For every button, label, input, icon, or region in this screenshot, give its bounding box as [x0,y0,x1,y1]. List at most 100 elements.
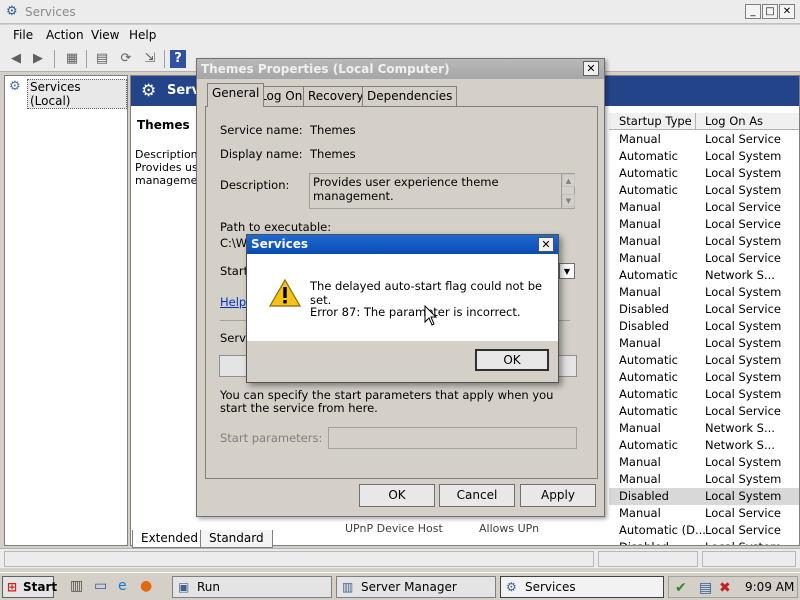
volume-muted-tray-icon[interactable]: ✖ [719,580,731,596]
log-on-as-cell: Local Service [705,200,781,214]
service-row[interactable]: Manual Local System [609,284,799,301]
ok-button[interactable]: OK [475,349,549,371]
service-row[interactable]: Automatic Local System [609,182,799,199]
title-bar[interactable]: ⚙ Services _ □ ✕ [0,0,800,24]
scroll-up-icon[interactable]: ▲ [562,174,575,187]
ok-button[interactable]: OK [359,484,435,507]
service-row[interactable]: Automatic Local Service [609,403,799,420]
export-list-icon[interactable]: ⇲ [140,50,160,68]
log-on-as-cell: Local System [705,183,782,197]
startup-type-cell: Manual [619,217,661,231]
service-row[interactable]: Manual Local System [609,233,799,250]
startup-type-cell: Manual [619,234,661,248]
start-label: Start [23,580,58,594]
menu-file[interactable]: File [13,28,33,42]
network-tray-icon[interactable]: ▤ [699,580,712,596]
log-on-as-cell: Local System [705,166,782,180]
service-name-label: Service name: [220,123,303,137]
tab-standard[interactable]: Standard [200,530,273,548]
tab-dependencies[interactable]: Dependencies [362,86,458,106]
error-message-text: The delayed auto-start flag could not be… [310,279,543,307]
menu-action[interactable]: Action [46,28,84,42]
service-row[interactable]: Automatic Network S... [609,267,799,284]
menu-view[interactable]: View [91,28,119,42]
windows-logo-icon: ⊞ [7,580,18,594]
service-row[interactable]: Manual Local Service [609,250,799,267]
properties-icon[interactable]: ▤ [92,50,112,68]
column-header-startup-type[interactable]: Startup Type [619,114,692,128]
startup-type-dropdown-arrow[interactable]: ▼ [559,263,575,279]
service-row[interactable]: Automatic Local System [609,386,799,403]
task-label: Server Manager [361,580,457,594]
service-row[interactable]: Disabled Local System [609,318,799,335]
scroll-down-icon[interactable]: ▼ [562,194,575,207]
tab-recovery[interactable]: Recovery [303,86,369,106]
services-gear-icon: ⚙ [506,580,517,594]
minimize-button[interactable]: _ [745,4,761,19]
service-row[interactable]: Manual Network S... [609,420,799,437]
start-parameters-label: Start parameters: [220,431,323,445]
system-tray: ✔ ▤ ✖ 9:09 AM [668,576,798,598]
service-row[interactable]: Automatic Local System [609,165,799,182]
message-title-bar[interactable]: Services ✕ [247,235,558,254]
service-row[interactable]: Automatic Local System [609,369,799,386]
menu-help[interactable]: Help [129,28,156,42]
description-scrollbar[interactable]: ▲ ▼ [561,173,575,209]
services-gear-icon: ⚙ [9,79,21,94]
task-services[interactable]: ⚙ Services [500,576,664,598]
services-gear-icon: ⚙ [141,81,157,101]
server-manager-quicklaunch-icon[interactable]: ▥ [70,578,83,594]
startup-type-cell: Disabled [619,319,669,333]
service-row[interactable]: Manual Local Service [609,199,799,216]
help-icon[interactable]: ? [170,50,186,68]
column-header-log-on-as[interactable]: Log On As [705,114,763,128]
toolbar-separator [164,50,165,68]
task-run[interactable]: ▣ Run [172,576,332,598]
console-tree: ⚙ Services (Local) [4,75,128,546]
security-tray-icon[interactable]: ✔ [675,580,687,596]
service-row[interactable]: Disabled Local System [609,488,799,505]
path-label: Path to executable: [220,220,332,234]
service-row[interactable]: Manual Local Service [609,216,799,233]
cancel-button[interactable]: Cancel [439,484,515,507]
show-hide-tree-icon[interactable]: ▦ [62,50,82,68]
tab-general[interactable]: General [207,83,265,107]
service-row[interactable]: Manual Local System [609,471,799,488]
start-parameters-input[interactable] [328,427,577,449]
close-button[interactable]: ✕ [538,237,554,252]
firefox-icon[interactable]: ● [140,578,152,594]
service-row[interactable]: Manual Local System [609,335,799,352]
log-on-as-cell: Network S... [705,421,775,435]
dialog-title-bar[interactable]: Themes Properties (Local Computer) ✕ [197,59,604,79]
maximize-button[interactable]: □ [762,4,778,19]
back-arrow-icon[interactable]: ◀ [6,50,26,68]
apply-button[interactable]: Apply [520,484,596,507]
service-row[interactable]: Manual Local System [609,454,799,471]
service-row[interactable]: Automatic Local System [609,352,799,369]
description-text: Provides user experience theme managemen… [313,175,499,203]
log-on-as-cell: Local Service [705,251,781,265]
startup-type-cell: Manual [619,455,661,469]
log-on-as-cell: Local System [705,472,782,486]
forward-arrow-icon[interactable]: ▶ [28,50,48,68]
tab-extended[interactable]: Extended [132,530,207,548]
close-button[interactable]: ✕ [779,4,795,19]
start-button[interactable]: ⊞ Start [2,576,58,598]
clock: 9:09 AM [745,580,795,594]
service-row[interactable]: Automatic Local System [609,148,799,165]
tree-item-services-local[interactable]: Services (Local) [27,79,127,109]
column-divider[interactable] [695,113,696,130]
service-row[interactable]: Manual Local Service [609,505,799,522]
description-textbox[interactable]: Provides user experience theme managemen… [309,173,575,209]
status-panel [702,551,796,567]
service-row[interactable]: Manual Local Service [609,131,799,148]
close-button[interactable]: ✕ [583,61,599,76]
refresh-icon[interactable]: ⟳ [116,50,136,68]
internet-explorer-icon[interactable]: e [118,578,127,594]
show-desktop-icon[interactable]: ▭ [94,578,107,594]
service-row[interactable]: Automatic Network S... [609,437,799,454]
task-server-manager[interactable]: ▥ Server Manager [336,576,496,598]
service-row[interactable]: Disabled Local Service [609,301,799,318]
menu-bar: File Action View Help [0,25,800,46]
startup-type-cell: Disabled [619,489,669,503]
